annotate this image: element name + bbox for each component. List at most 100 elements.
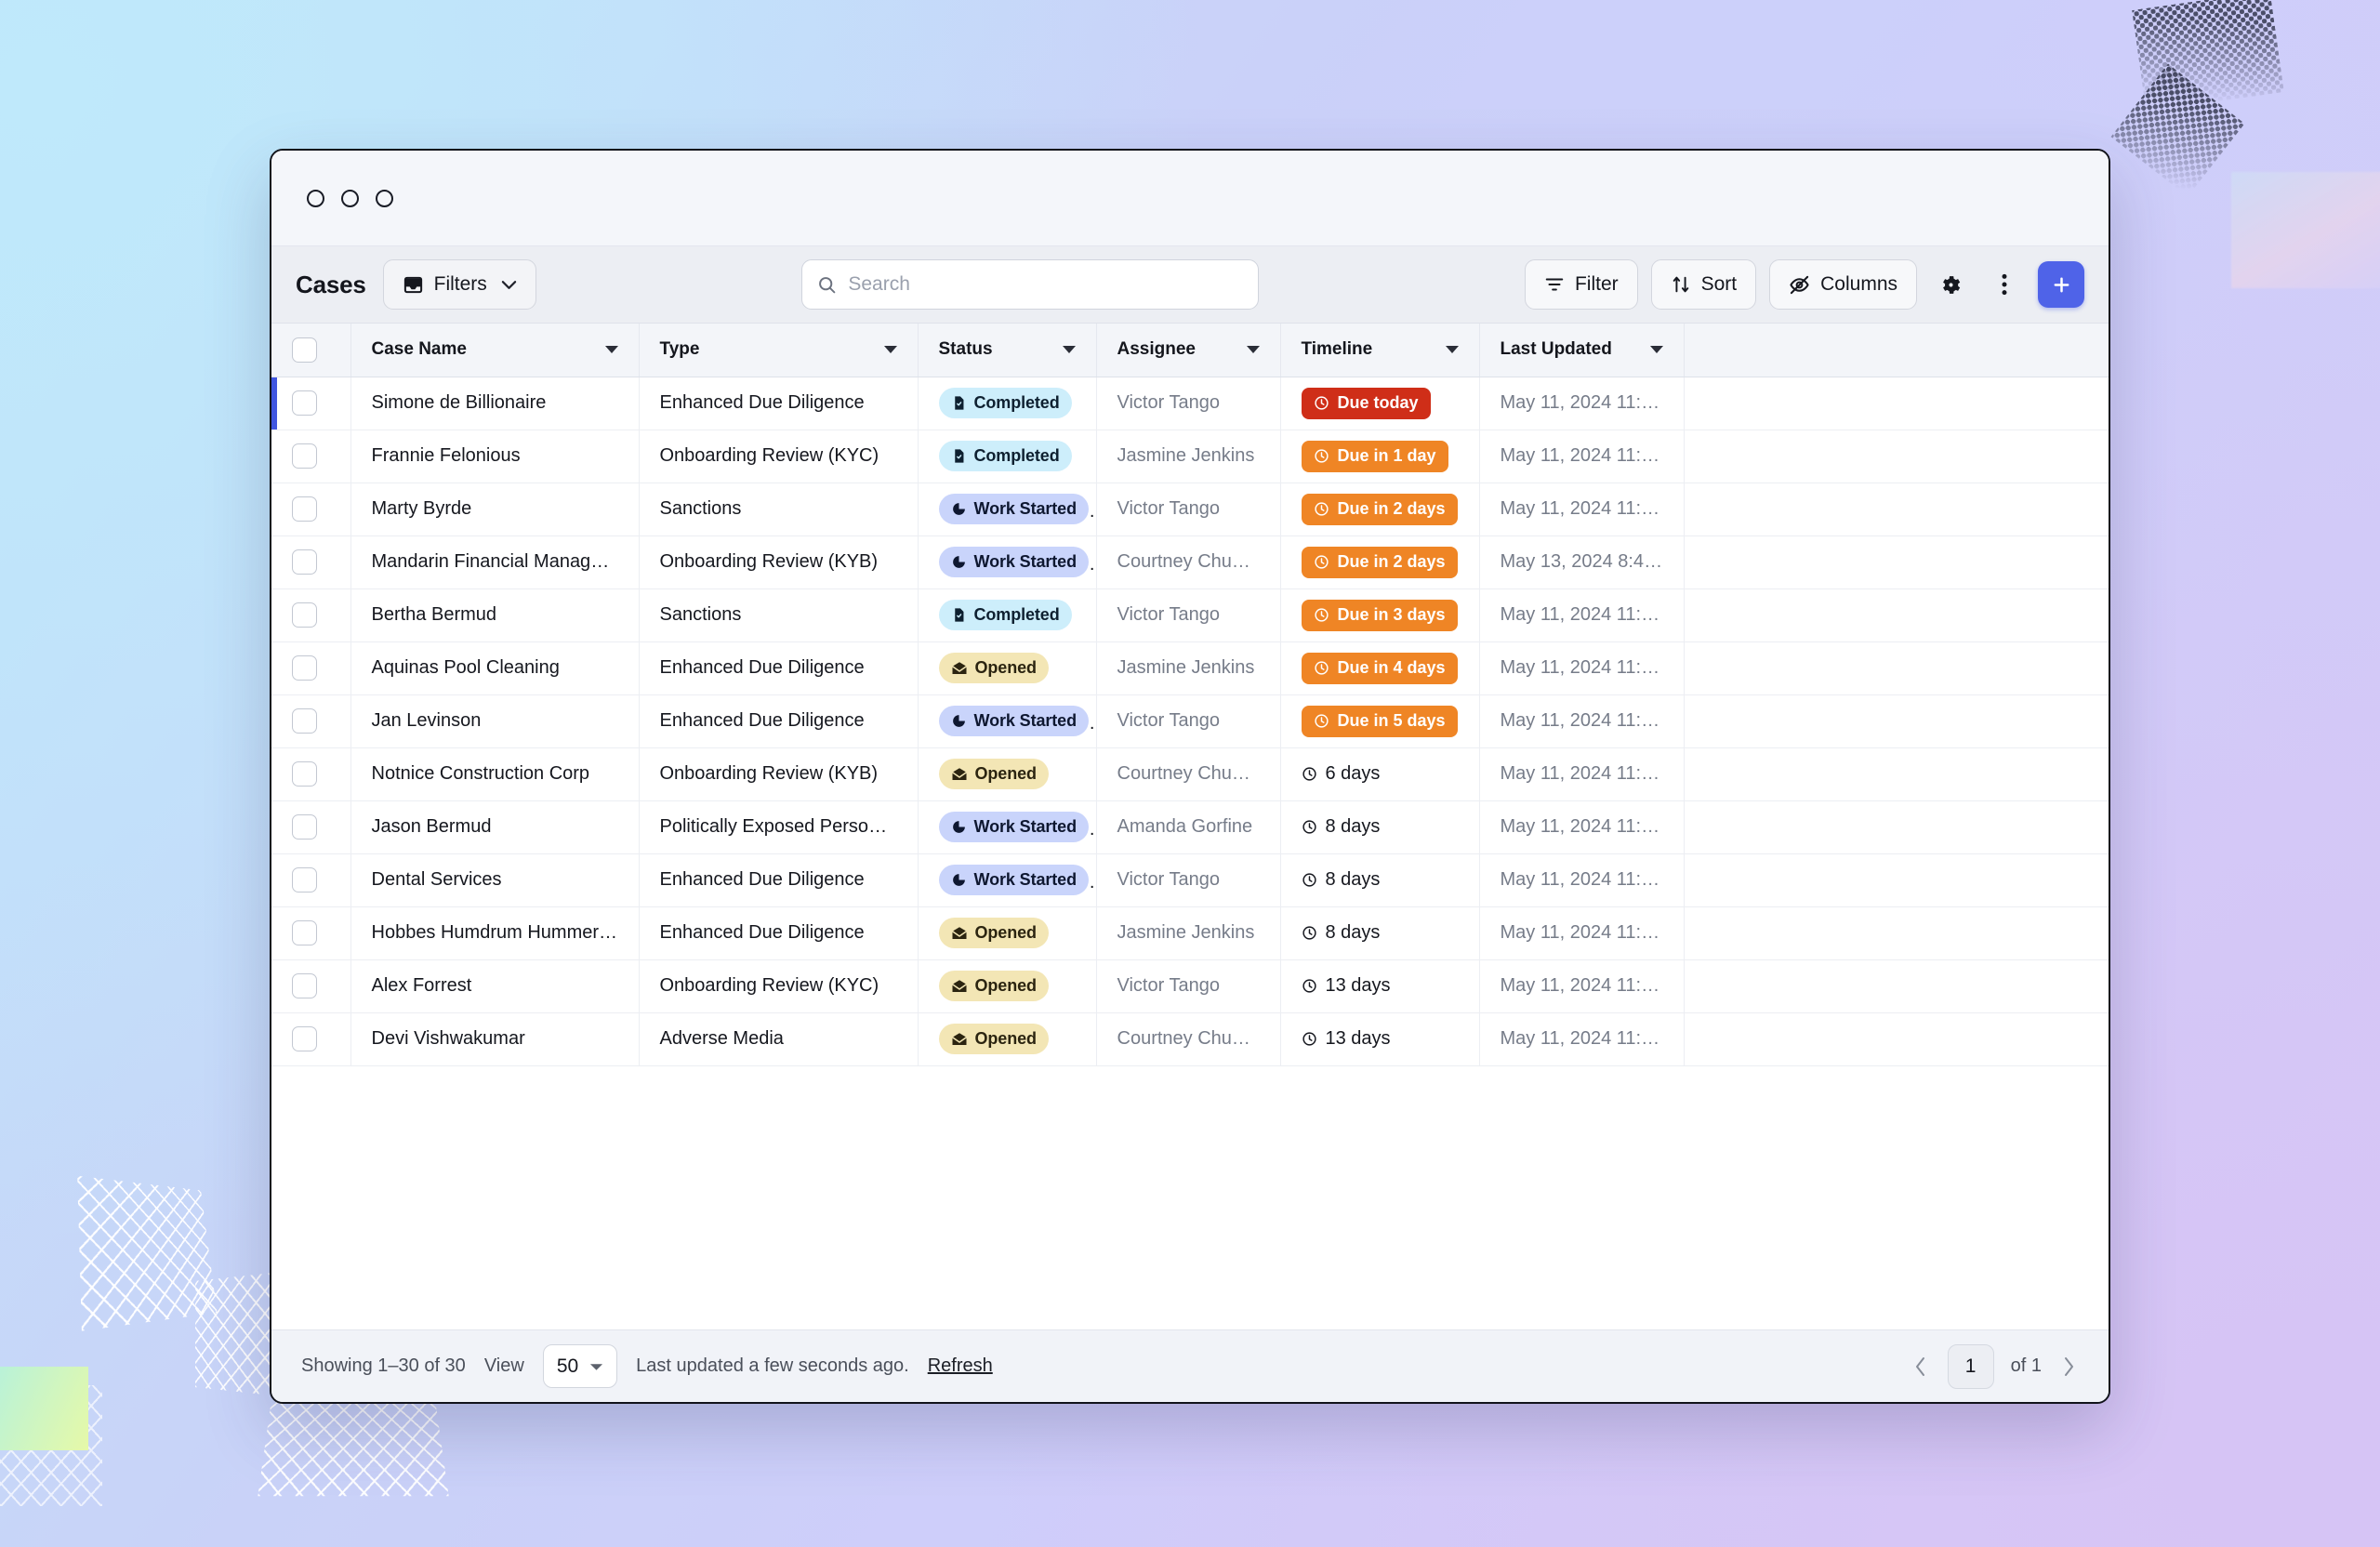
columns-button-label: Columns: [1820, 273, 1898, 295]
table-header-row: Case Name Type Status Assignee Timeline: [271, 324, 2109, 377]
cell-status: Work Started: [918, 800, 1097, 854]
cases-table-scroll[interactable]: Case Name Type Status Assignee Timeline: [271, 324, 2109, 1329]
cell-timeline: Due in 1 day: [1280, 430, 1480, 483]
column-header-assignee[interactable]: Assignee: [1096, 324, 1281, 377]
status-icon: [951, 925, 968, 942]
table-row[interactable]: Devi Vishwakumar Adverse Media Opened Court…: [271, 1012, 2109, 1066]
table-row[interactable]: Aquinas Pool Cleaning Enhanced Due Dilige…: [271, 641, 2109, 695]
cell-type: Onboarding Review (KYC): [639, 959, 919, 1013]
clock-icon: [1314, 554, 1329, 570]
timeline-badge: 8 days: [1302, 812, 1380, 843]
column-header-type[interactable]: Type: [639, 324, 919, 377]
table-row[interactable]: Notnice Construction Corp Onboarding Revi…: [271, 747, 2109, 801]
table-row[interactable]: Mandarin Financial Management Onboarding …: [271, 536, 2109, 589]
cell-case-name: Aquinas Pool Cleaning: [350, 641, 640, 695]
cell-timeline: 13 days: [1280, 1012, 1480, 1066]
next-page-button[interactable]: [2058, 1355, 2079, 1378]
row-checkbox[interactable]: [292, 1026, 317, 1051]
cell-case-name: Simone de Billionaire: [350, 377, 640, 430]
cell-last-updated: May 11, 2024 11:45 PM: [1479, 694, 1685, 748]
status-badge-label: Opened: [974, 764, 1038, 783]
row-checkbox[interactable]: [292, 549, 317, 575]
column-header-timeline[interactable]: Timeline: [1280, 324, 1480, 377]
status-badge: Opened: [938, 918, 1049, 948]
row-checkbox[interactable]: [292, 655, 317, 681]
minimize-icon[interactable]: [341, 189, 359, 207]
column-header-last-updated[interactable]: Last Updated: [1479, 324, 1685, 377]
filter-button[interactable]: Filter: [1524, 259, 1638, 310]
row-checkbox[interactable]: [292, 814, 317, 840]
status-icon: [951, 1031, 968, 1048]
column-header-case-name[interactable]: Case Name: [350, 324, 640, 377]
cell-overflow: [1684, 906, 2109, 960]
filters-button[interactable]: Filters: [382, 259, 536, 310]
table-row[interactable]: Dental Services Enhanced Due Diligence Wor…: [271, 853, 2109, 907]
page-size-select[interactable]: 50: [542, 1344, 618, 1388]
settings-button[interactable]: [1930, 264, 1971, 305]
cell-case-name: Marty Byrde: [350, 483, 640, 536]
maximize-icon[interactable]: [376, 189, 393, 207]
column-header-status[interactable]: Status: [918, 324, 1097, 377]
cell-last-updated: May 11, 2024 11:45 PM: [1479, 588, 1685, 642]
sort-caret-icon: [1062, 346, 1076, 354]
row-checkbox[interactable]: [292, 496, 317, 522]
row-select-cell: [271, 1012, 351, 1066]
row-checkbox[interactable]: [292, 390, 317, 416]
table-row[interactable]: Jason Bermud Politically Exposed Person (…: [271, 800, 2109, 854]
refresh-link[interactable]: Refresh: [928, 1355, 993, 1377]
column-header-label: Assignee: [1117, 339, 1196, 360]
timeline-label: Due in 1 day: [1337, 446, 1436, 465]
row-checkbox[interactable]: [292, 443, 317, 469]
row-checkbox[interactable]: [292, 867, 317, 892]
cell-case-name: Dental Services: [350, 853, 640, 907]
cell-assignee: Jasmine Jenkins: [1096, 430, 1281, 483]
cases-table: Case Name Type Status Assignee Timeline: [271, 324, 2109, 1066]
sort-button[interactable]: Sort: [1650, 259, 1757, 310]
select-all-checkbox[interactable]: [292, 337, 317, 363]
cell-type: Sanctions: [639, 483, 919, 536]
table-row[interactable]: Alex Forrest Onboarding Review (KYC) Opene…: [271, 959, 2109, 1013]
row-checkbox[interactable]: [292, 708, 317, 734]
cell-last-updated: May 11, 2024 11:47 PM: [1479, 747, 1685, 801]
clock-icon: [1302, 1031, 1317, 1047]
add-case-button[interactable]: [2038, 261, 2085, 308]
table-row[interactable]: Hobbes Humdrum Hummer Sales Enhanced Due …: [271, 906, 2109, 960]
timeline-label: Due in 2 days: [1337, 499, 1446, 518]
status-badge-label: Opened: [974, 1029, 1038, 1048]
cell-status: Completed: [918, 588, 1097, 642]
table-header: Case Name Type Status Assignee Timeline: [271, 324, 2109, 377]
table-row[interactable]: Jan Levinson Enhanced Due Diligence Work S…: [271, 694, 2109, 748]
current-page-input[interactable]: 1: [1947, 1343, 1994, 1389]
close-icon[interactable]: [307, 189, 324, 207]
row-checkbox[interactable]: [292, 761, 317, 787]
sort-caret-icon: [883, 346, 897, 354]
inbox-icon: [403, 274, 424, 296]
table-row[interactable]: Simone de Billionaire Enhanced Due Dilige…: [271, 377, 2109, 430]
columns-button[interactable]: Columns: [1769, 259, 1918, 310]
search-input[interactable]: [848, 273, 1244, 296]
table-row[interactable]: Bertha Bermud Sanctions Completed Victor Ta…: [271, 588, 2109, 642]
status-badge: Opened: [938, 1024, 1049, 1054]
column-header-label: Type: [659, 339, 700, 360]
cell-timeline: Due in 2 days: [1280, 536, 1480, 589]
cell-case-name: Frannie Felonious: [350, 430, 640, 483]
more-options-button[interactable]: [1984, 264, 2025, 305]
row-select-cell: [271, 959, 351, 1013]
cell-overflow: [1684, 641, 2109, 695]
cell-last-updated: May 11, 2024 11:47 PM: [1479, 641, 1685, 695]
previous-page-button[interactable]: [1911, 1355, 1931, 1378]
table-row[interactable]: Frannie Felonious Onboarding Review (KYC)…: [271, 430, 2109, 483]
cell-status: Opened: [918, 747, 1097, 801]
row-checkbox[interactable]: [292, 973, 317, 998]
cell-status: Work Started: [918, 853, 1097, 907]
cell-last-updated: May 11, 2024 11:45 PM: [1479, 430, 1685, 483]
timeline-label: Due in 2 days: [1337, 552, 1446, 571]
row-checkbox[interactable]: [292, 602, 317, 628]
row-checkbox[interactable]: [292, 920, 317, 945]
timeline-badge: 13 days: [1302, 1024, 1391, 1055]
table-row[interactable]: Marty Byrde Sanctions Work Started Victor T…: [271, 483, 2109, 536]
cell-assignee: Victor Tango: [1096, 377, 1281, 430]
sort-button-label: Sort: [1700, 273, 1738, 295]
search-box[interactable]: [801, 259, 1260, 310]
select-all-header: [271, 324, 351, 377]
